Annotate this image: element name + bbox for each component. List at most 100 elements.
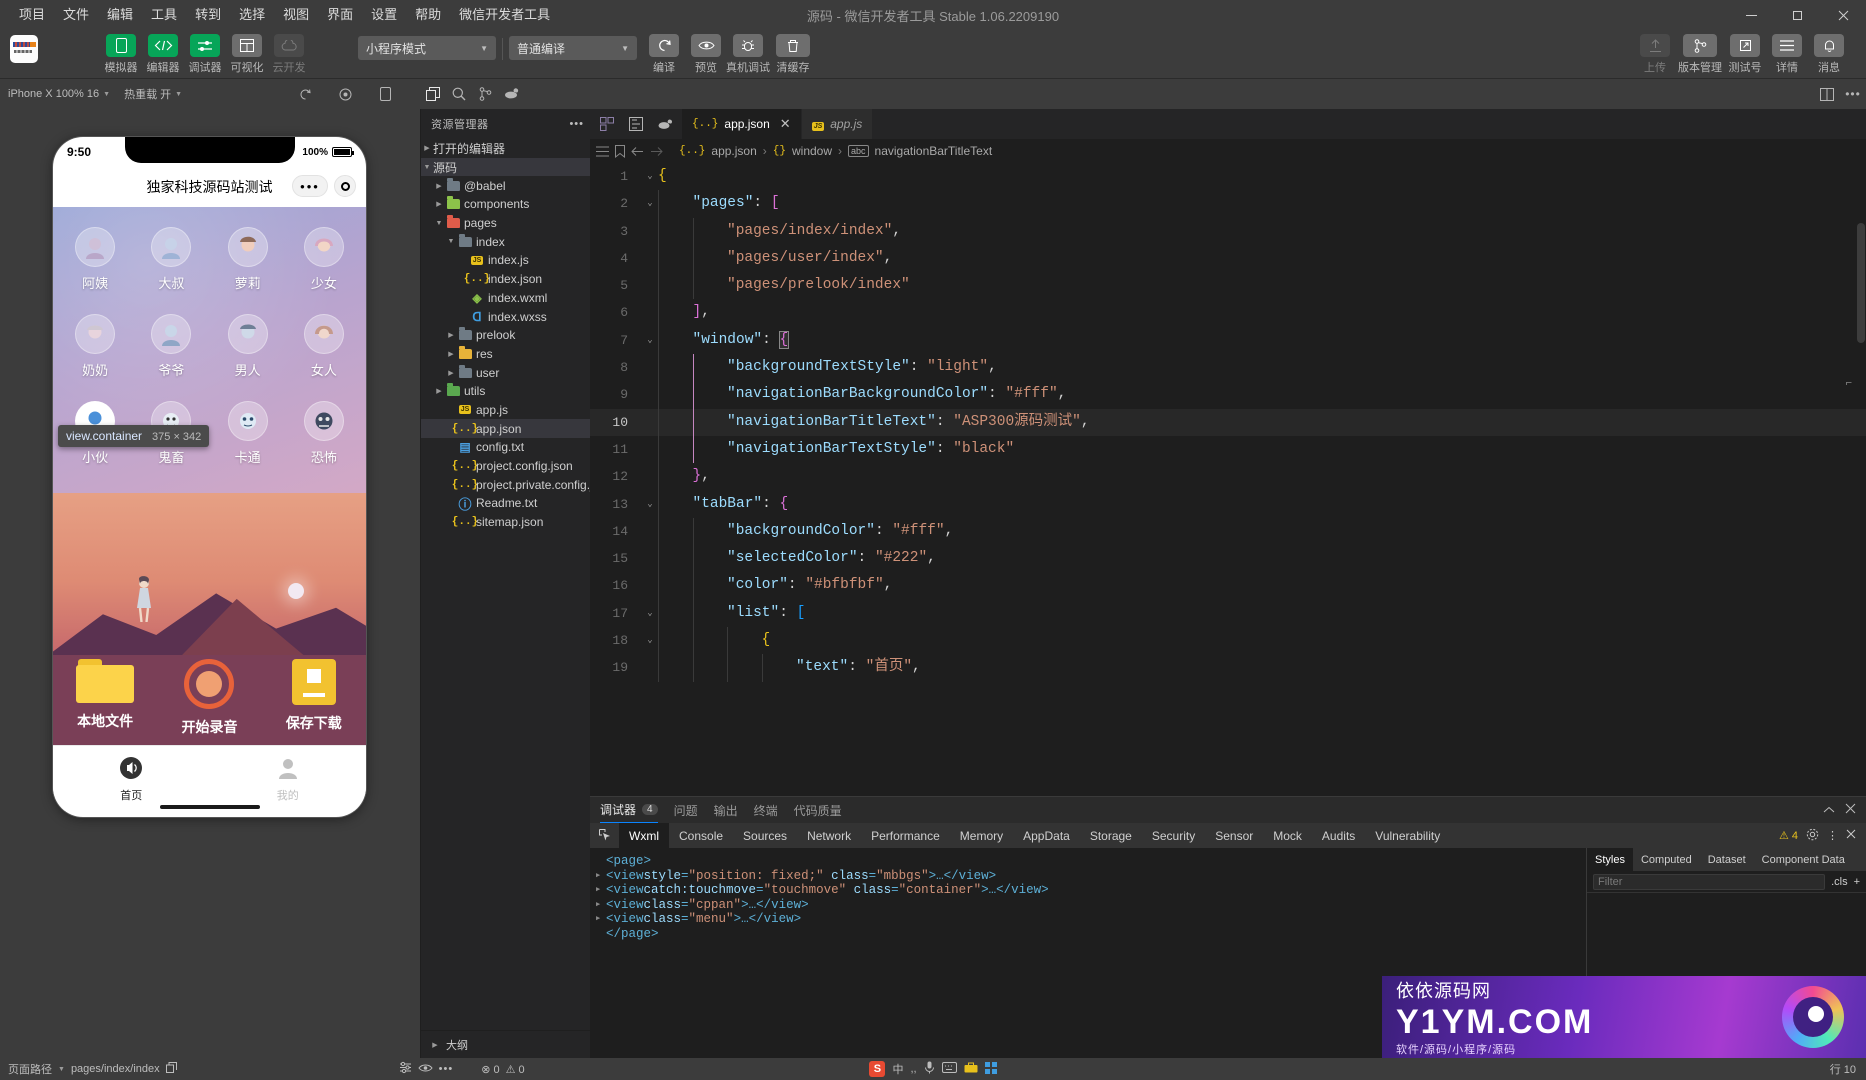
arrow-left-icon[interactable] [631, 146, 644, 157]
breadcrumb-item-file[interactable]: app.json [711, 144, 756, 158]
inspect-element-icon[interactable] [592, 823, 619, 848]
menu-item-settings[interactable]: 设置 [362, 0, 406, 30]
menu-item-view[interactable]: 视图 [274, 0, 318, 30]
toolbox-icon[interactable] [964, 1062, 978, 1076]
device-icon[interactable] [372, 81, 398, 107]
menu-item-file[interactable]: 文件 [54, 0, 98, 30]
mic-icon[interactable] [924, 1061, 935, 1077]
tree-item-app-json[interactable]: {..} app.json [421, 419, 590, 438]
rotate-icon[interactable] [292, 81, 318, 107]
tabbar-item-home[interactable]: 首页 [53, 746, 210, 811]
devtools-tab-audits[interactable]: Audits [1312, 823, 1365, 848]
dom-row[interactable]: ▶ <view class = "menu" >…</view> [596, 912, 1586, 927]
minimize-icon[interactable] [1728, 0, 1774, 30]
devtools-tab-terminal[interactable]: 终端 [754, 802, 778, 819]
tree-item-components[interactable]: ▶ components [421, 195, 590, 214]
warning-badge[interactable]: ⚠ 4 [1779, 829, 1798, 842]
editor-scrollbar-thumb[interactable] [1857, 223, 1865, 343]
toolbar-debugger-button[interactable]: 调试器 [184, 34, 226, 75]
breadcrumb-item-window[interactable]: window [792, 144, 832, 158]
tree-item-index-json[interactable]: {..} index.json [421, 270, 590, 289]
chevron-right-icon[interactable]: ▶ [596, 898, 606, 913]
tree-item-res[interactable]: ▶ res [421, 345, 590, 364]
snippet-icon[interactable] [623, 111, 649, 137]
explorer-outline-section[interactable]: ▶ 大纲 [421, 1030, 590, 1058]
comma-icon[interactable]: ,, [910, 1063, 916, 1075]
record-icon[interactable] [332, 81, 358, 107]
grid-item-2[interactable]: 萝莉 [210, 215, 286, 302]
sogou-logo-icon[interactable]: S [869, 1061, 886, 1077]
devtools-tab-wxml[interactable]: Wxml [619, 823, 669, 848]
menu-item-project[interactable]: 项目 [10, 0, 54, 30]
hotreload-selector[interactable]: 热重载 开 ▼ [124, 86, 182, 102]
devtools-tab-network[interactable]: Network [797, 823, 861, 848]
components-icon[interactable] [594, 111, 620, 137]
arrow-right-icon[interactable] [650, 146, 663, 157]
toolbar-testid-button[interactable]: 测试号 [1724, 34, 1766, 75]
action-save-download[interactable]: 保存下载 [262, 659, 366, 737]
editor-tab-app-js[interactable]: JS app.js [801, 109, 874, 139]
apps-icon[interactable] [984, 1061, 997, 1077]
grid-item-7[interactable]: 女人 [286, 302, 362, 389]
devtools-tab-sensor[interactable]: Sensor [1205, 823, 1263, 848]
devtools-tab-appdata[interactable]: AppData [1013, 823, 1080, 848]
toolbar-cloud-button[interactable]: 云开发 [268, 34, 310, 75]
dom-row[interactable]: </page> [596, 927, 1586, 942]
toolbar-editor-button[interactable]: 编辑器 [142, 34, 184, 75]
more-vertical-icon[interactable]: ⋮ [1827, 829, 1838, 842]
chevron-right-icon[interactable]: ▶ [596, 912, 606, 927]
devtools-tab-problems[interactable]: 问题 [674, 802, 698, 819]
more-icon[interactable]: ••• [569, 118, 584, 130]
breadcrumb-item-property[interactable]: navigationBarTitleText [875, 144, 993, 158]
grid-item-5[interactable]: 爷爷 [133, 302, 209, 389]
devtools-tab-output[interactable]: 输出 [714, 802, 738, 819]
devtools-tab-code-quality[interactable]: 代码质量 [794, 802, 842, 819]
devtools-tab-security[interactable]: Security [1142, 823, 1205, 848]
tree-item-user[interactable]: ▶ user [421, 363, 590, 382]
fold-chevron-icon[interactable]: ⌄ [642, 600, 658, 627]
menu-item-goto[interactable]: 转到 [186, 0, 230, 30]
tree-item-readme[interactable]: ⓘ Readme.txt [421, 494, 590, 513]
devtools-tab-sources[interactable]: Sources [733, 823, 797, 848]
close-icon[interactable]: ✕ [780, 116, 791, 132]
fold-chevron-icon[interactable]: ⌄ [642, 327, 658, 354]
devtools-tab-vulnerability[interactable]: Vulnerability [1365, 823, 1450, 848]
tree-item-index-folder[interactable]: ▼ index [421, 232, 590, 251]
devtools-tab-mock[interactable]: Mock [1263, 823, 1312, 848]
devtools-tab-debugger[interactable]: 调试器 4 [600, 797, 658, 823]
device-selector[interactable]: iPhone X 100% 16 ▼ [8, 88, 110, 100]
toolbar-compile-button[interactable]: 编译 [643, 34, 685, 75]
toolbar-clear-cache-button[interactable]: 清缓存 [769, 34, 817, 75]
ime-mode[interactable]: 中 [892, 1061, 903, 1077]
more-icon[interactable]: ••• [1840, 81, 1866, 107]
grid-item-4[interactable]: 奶奶 [57, 302, 133, 389]
tree-item-babel[interactable]: ▶ @babel [421, 176, 590, 195]
tree-item-sitemap[interactable]: {..} sitemap.json [421, 513, 590, 532]
explorer-section-open-editors[interactable]: ▶ 打开的编辑器 [421, 139, 590, 158]
toolbar-message-button[interactable]: 消息 [1808, 34, 1850, 75]
action-local-files[interactable]: 本地文件 [53, 659, 157, 737]
toolbar-remote-debug-button[interactable]: 真机调试 [726, 34, 770, 75]
target-icon[interactable] [334, 175, 356, 197]
capsule-menu-button[interactable]: ••• [292, 175, 328, 197]
styles-filter-input[interactable]: Filter [1593, 873, 1826, 890]
toolbar-details-button[interactable]: 详情 [1766, 34, 1808, 75]
fold-chevron-icon[interactable]: ⌄ [642, 163, 658, 190]
grid-item-0[interactable]: 阿姨 [57, 215, 133, 302]
compile-select[interactable]: 普通编译 ▼ [509, 36, 637, 60]
add-rule-button[interactable]: + [1854, 876, 1860, 888]
gear-icon[interactable] [1806, 828, 1819, 844]
teapot-icon[interactable] [652, 111, 678, 137]
dom-row[interactable]: ▶ <view catch:touchmove = "touchmove" class… [596, 883, 1586, 898]
grid-item-6[interactable]: 男人 [210, 302, 286, 389]
editor-scrollbar[interactable] [1856, 163, 1866, 796]
tree-item-prelook[interactable]: ▶ prelook [421, 326, 590, 345]
search-icon[interactable] [446, 81, 472, 107]
tree-item-project-config[interactable]: {..} project.config.json [421, 457, 590, 476]
toolbar-simulator-button[interactable]: 模拟器 [100, 34, 142, 75]
action-start-record[interactable]: 开始录音 [157, 659, 261, 737]
keyboard-icon[interactable] [941, 1062, 957, 1076]
styles-tab-component-data[interactable]: Component Data [1754, 848, 1853, 871]
bookmark-icon[interactable] [615, 144, 625, 158]
grid-item-11[interactable]: 恐怖 [286, 389, 362, 476]
